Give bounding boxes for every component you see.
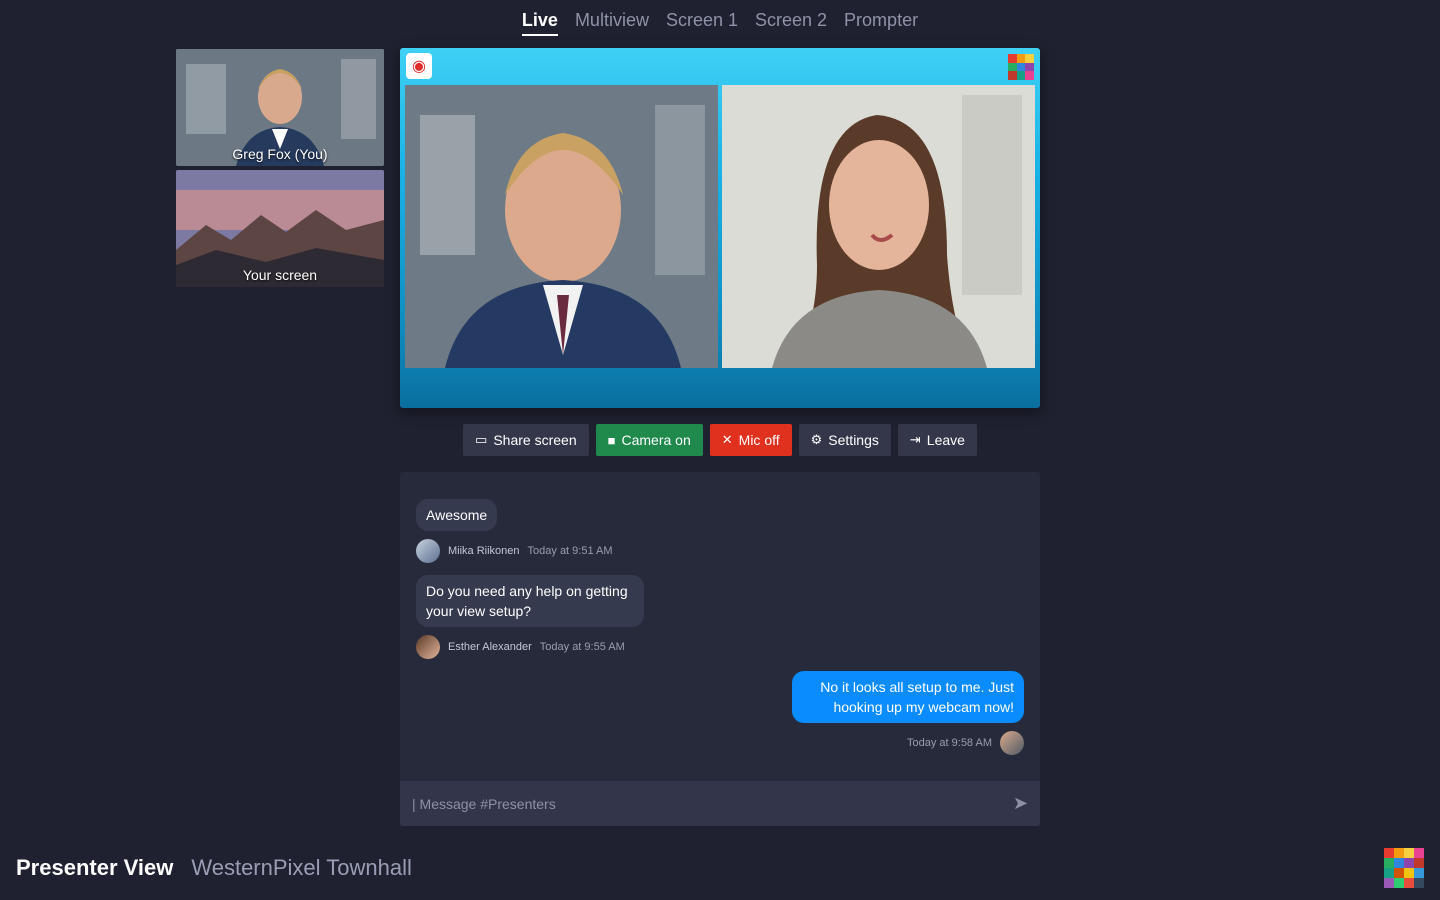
chat-bubble: Awesome [416, 499, 498, 531]
share-screen-label: Share screen [493, 432, 577, 448]
chat-meta: Esther Alexander Today at 9:55 AM [416, 635, 644, 659]
tab-screen-1[interactable]: Screen 1 [666, 10, 738, 36]
source-screen-thumbnail[interactable]: Your screen [176, 170, 384, 287]
broadcast-logo: ◉ [406, 53, 432, 79]
leave-button[interactable]: ⇥ Leave [897, 424, 977, 456]
camera-toggle-label: Camera on [621, 432, 691, 448]
source-camera-thumbnail[interactable]: Greg Fox (You) [176, 49, 384, 166]
avatar [1000, 731, 1024, 755]
leave-label: Leave [926, 432, 965, 448]
guest-video-image [722, 85, 1035, 368]
view-tabs: Live Multiview Screen 1 Screen 2 Prompte… [0, 10, 1440, 36]
brand-flag-icon [1008, 54, 1034, 80]
chat-message: Do you need any help on getting your vie… [416, 575, 644, 659]
screen-source-label: Your screen [242, 267, 318, 283]
brand-logo-icon [1384, 848, 1424, 888]
call-controls: ▭ Share screen ■ Camera on ✕ Mic off ⚙ S… [0, 424, 1440, 456]
monitor-icon: ▭ [475, 432, 488, 447]
presenter-chat: Awesome Miika Riikonen Today at 9:51 AM … [400, 472, 1040, 826]
avatar [416, 635, 440, 659]
author-name: Miika Riikonen [448, 545, 520, 557]
author-name: Esther Alexander [448, 641, 532, 653]
mic-toggle-label: Mic off [738, 432, 780, 448]
message-time: Today at 9:55 AM [539, 641, 625, 653]
message-time: Today at 9:51 AM [527, 545, 613, 557]
page-footer: Presenter View WesternPixel Townhall [16, 855, 412, 881]
send-icon[interactable]: ➤ [1013, 793, 1028, 814]
stage-feed-presenter[interactable] [405, 85, 718, 368]
message-composer: ➤ [400, 781, 1040, 826]
tab-screen-2[interactable]: Screen 2 [755, 10, 827, 36]
gear-icon: ⚙ [810, 432, 823, 447]
message-time: Today at 9:58 AM [907, 737, 992, 749]
tab-live[interactable]: Live [521, 10, 558, 36]
settings-button[interactable]: ⚙ Settings [798, 424, 891, 456]
page-title: Presenter View [16, 855, 174, 880]
tab-prompter[interactable]: Prompter [844, 10, 918, 36]
mic-toggle-button[interactable]: ✕ Mic off [709, 424, 792, 456]
presenter-video-image [405, 85, 718, 368]
own-chat-bubble: No it looks all setup to me. Just hookin… [792, 671, 1024, 723]
chat-meta: Miika Riikonen Today at 9:51 AM [416, 539, 613, 563]
stage-feed-guest[interactable] [722, 85, 1035, 368]
own-chat-message: No it looks all setup to me. Just hookin… [792, 671, 1024, 755]
message-input[interactable] [412, 795, 1013, 812]
chat-bubble: Do you need any help on getting your vie… [416, 575, 644, 627]
video-camera-icon: ■ [607, 432, 616, 448]
exit-icon: ⇥ [909, 432, 921, 447]
avatar [416, 539, 440, 563]
broadcast-icon: ◉ [412, 58, 426, 75]
chat-message: Awesome Miika Riikonen Today at 9:51 AM [416, 499, 613, 563]
camera-source-label: Greg Fox (You) [232, 146, 328, 162]
settings-label: Settings [828, 432, 879, 448]
event-name: WesternPixel Townhall [191, 855, 412, 880]
own-chat-meta: Today at 9:58 AM [792, 731, 1024, 755]
tab-multiview[interactable]: Multiview [575, 10, 649, 36]
share-screen-button[interactable]: ▭ Share screen [463, 424, 589, 456]
live-stage: ◉ [400, 48, 1040, 408]
camera-toggle-button[interactable]: ■ Camera on [595, 424, 703, 456]
mic-muted-icon: ✕ [721, 432, 733, 447]
